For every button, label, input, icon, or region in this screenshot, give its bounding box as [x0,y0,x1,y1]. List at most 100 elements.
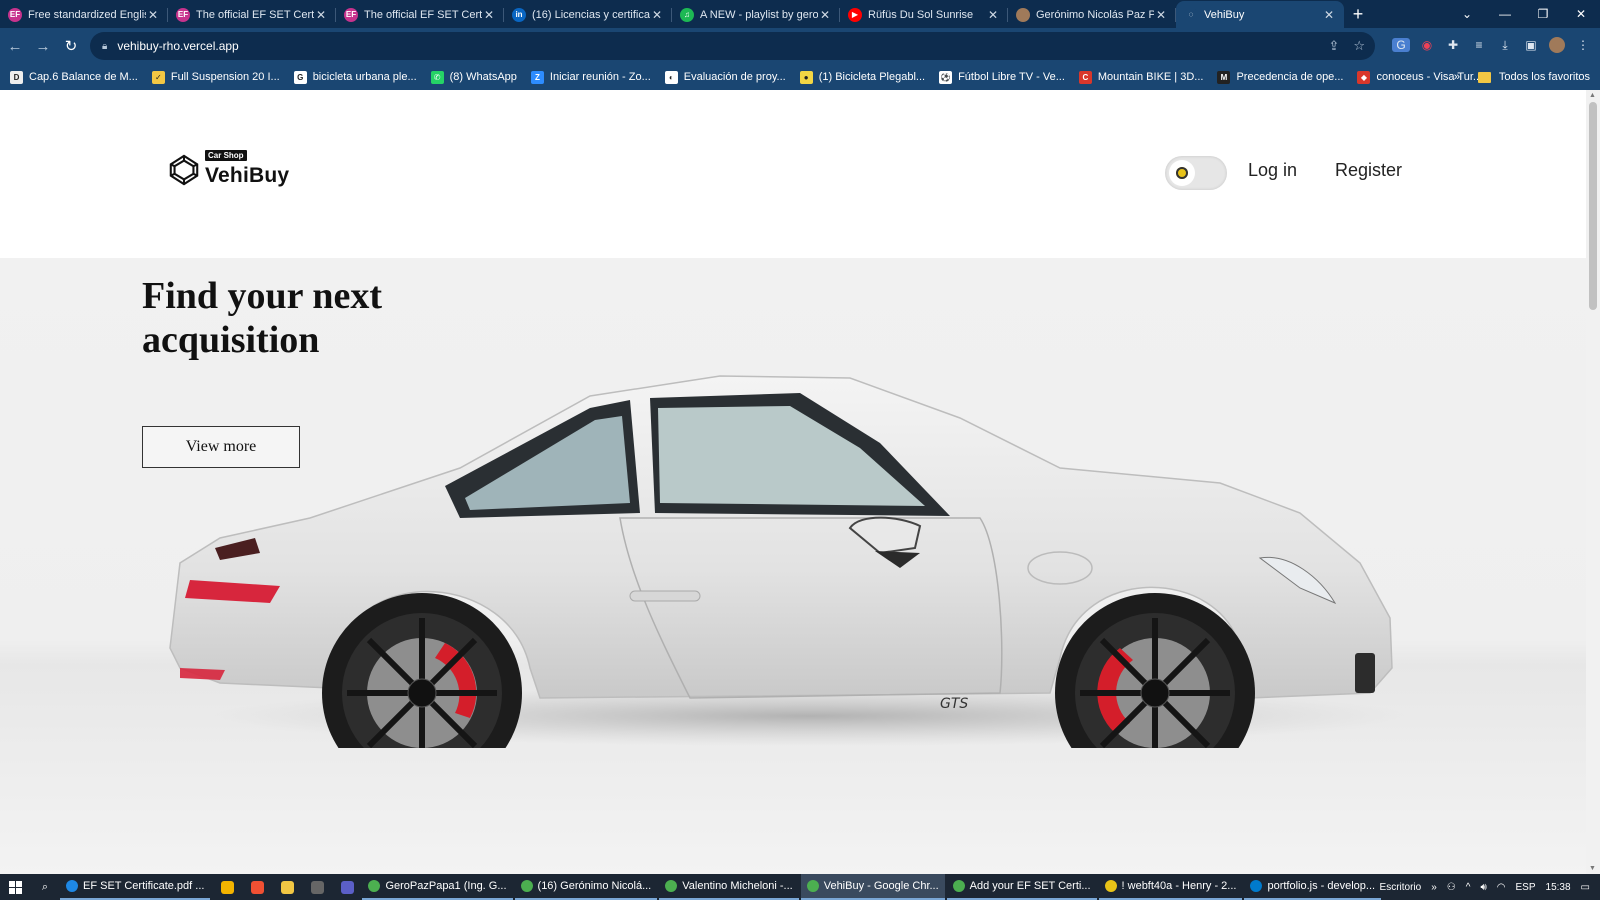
close-tab-icon[interactable]: ✕ [818,8,832,22]
taskbar-window[interactable]: Add your EF SET Certi... [946,874,1097,900]
translate-extension-icon[interactable]: G [1392,38,1410,52]
forward-button[interactable]: → [30,33,56,59]
browser-tab[interactable]: EF Free standardized English ✕ [0,1,168,28]
close-tab-icon[interactable]: ✕ [986,8,1000,22]
close-tab-icon[interactable]: ✕ [314,8,328,22]
logo-name: VehiBuy [205,164,290,187]
close-tab-icon[interactable]: ✕ [482,8,496,22]
language-indicator[interactable]: ESP [1516,882,1536,893]
spotify-icon: ♫ [680,7,694,22]
tab-search-icon[interactable]: ⌄ [1448,0,1486,28]
taskbar-window-label: VehiBuy - Google Chr... [823,880,939,892]
bookmark-list: D Cap.6 Balance de M... ✓ Full Suspension… [10,70,1496,84]
bookmark-item[interactable]: ◆ conoceus - Visa Tur... [1357,70,1482,84]
address-bar[interactable]: 🔒︎ vehibuy-rho.vercel.app ⇪ ☆ [90,32,1375,60]
taskbar-window[interactable]: EF SET Certificate.pdf ... [60,874,211,900]
app-icon [1250,880,1263,892]
taskbar-window[interactable]: Valentino Micheloni -... [659,874,799,900]
close-tab-icon[interactable]: ✕ [1154,8,1168,22]
bookmark-item[interactable]: G bicicleta urbana ple... [293,70,417,84]
tray-overflow-icon[interactable]: » [1431,882,1437,893]
profile-icon [1016,7,1030,22]
desktop-label[interactable]: Escritorio [1380,882,1422,893]
taskbar-window[interactable]: VehiBuy - Google Chr... [800,874,945,900]
browser-tab[interactable]: Gerónimo Nicolás Paz Pap ✕ [1008,1,1176,28]
share-icon[interactable]: ⇪ [1328,38,1339,54]
clock[interactable]: 15:38 [1546,882,1571,893]
hero-section: GTS Find your next acquisition View more [0,258,1586,874]
close-window-button[interactable]: ✕ [1562,0,1600,28]
teams-icon[interactable] [332,874,362,900]
restore-button[interactable]: ❐ [1524,0,1562,28]
linkedin-icon: in [512,7,526,22]
search-icon[interactable]: ⌕ [30,874,60,900]
theme-toggle[interactable] [1165,156,1227,190]
new-tab-button[interactable]: + [1344,1,1372,28]
login-link[interactable]: Log in [1248,160,1297,181]
close-tab-icon[interactable]: ✕ [146,8,160,22]
browser-menu-icon[interactable]: ⋮ [1574,34,1592,56]
taskbar-window[interactable]: (16) Gerónimo Nicolá... [514,874,658,900]
view-more-button[interactable]: View more [142,426,300,468]
browser-tab[interactable]: EF The official EF SET Certific ✕ [336,1,504,28]
taskbar-window[interactable]: GeroPazPapa1 (Ing. G... [362,874,513,900]
bookmark-item[interactable]: Z Iniciar reunión - Zo... [530,70,651,84]
download-icon[interactable]: ⤓ [1496,34,1514,56]
bookmark-item[interactable]: ✓ Full Suspension 20 I... [151,70,280,84]
page-scrollbar[interactable]: ▲ ▼ [1586,90,1600,874]
bookmark-item[interactable]: ⚽ Fútbol Libre TV - Ve... [939,70,1065,84]
show-hidden-icons[interactable]: ^ [1466,882,1471,893]
bookmark-label: Full Suspension 20 I... [170,71,280,83]
git-icon[interactable] [242,874,272,900]
taskbar-window-label: Valentino Micheloni -... [682,880,793,892]
side-panel-icon[interactable]: ▣ [1522,34,1540,56]
extensions-puzzle-icon[interactable]: ✚ [1444,34,1462,56]
reload-button[interactable]: ↻ [58,33,84,59]
browser-tab[interactable]: ▶ Rüfüs Du Sol Sunrise ✕ [840,1,1008,28]
calculator-icon[interactable] [302,874,332,900]
site-logo[interactable]: Car Shop VehiBuy [165,150,290,188]
minimize-button[interactable]: — [1486,0,1524,28]
chrome-icon[interactable] [212,874,242,900]
volume-icon[interactable]: 🔊︎ [1480,882,1486,893]
close-tab-icon[interactable]: ✕ [650,8,664,22]
bookmark-item[interactable]: C Mountain BIKE | 3D... [1078,70,1203,84]
lock-icon[interactable]: 🔒︎ [102,41,107,52]
browser-tab[interactable]: ♫ A NEW - playlist by geron ✕ [672,1,840,28]
bookmark-item[interactable]: ◐ Evaluación de proy... [664,70,786,84]
taskbar-window[interactable]: ! webft40a - Henry - 2... [1098,874,1243,900]
browser-tab[interactable]: in (16) Licencias y certificaci ✕ [504,1,672,28]
pocket-extension-icon[interactable]: ◉ [1418,34,1436,56]
bookmarks-bar: D Cap.6 Balance de M... ✓ Full Suspension… [0,64,1600,90]
media-control-icon[interactable]: ≡ [1470,34,1488,56]
bookmark-label: (8) WhatsApp [449,71,517,83]
browser-tab[interactable]: EF The official EF SET Certific ✕ [168,1,336,28]
bookmark-item[interactable]: ✆ (8) WhatsApp [430,70,517,84]
logo-tag: Car Shop [205,150,247,161]
wifi-icon[interactable]: ◠ [1497,882,1506,893]
bookmark-item[interactable]: ● (1) Bicicleta Plegabl... [799,70,925,84]
back-button[interactable]: ← [2,33,28,59]
register-link[interactable]: Register [1335,160,1402,181]
scrollbar-thumb[interactable] [1589,102,1597,310]
system-tray: Escritorio » ⚇ ^ 🔊︎ ◠ ESP 15:38 ▭ [1380,874,1600,900]
scroll-down-arrow-icon[interactable]: ▼ [1589,865,1596,872]
file-explorer-icon[interactable] [272,874,302,900]
bookmark-item[interactable]: D Cap.6 Balance de M... [10,70,138,84]
bookmark-favicon-icon: ● [799,70,813,84]
scroll-up-arrow-icon[interactable]: ▲ [1589,92,1596,99]
start-button[interactable] [0,874,30,900]
notifications-icon[interactable]: ▭ [1581,882,1590,893]
bookmark-star-icon[interactable]: ☆ [1353,38,1365,54]
bookmark-item[interactable]: M Precedencia de ope... [1217,70,1343,84]
bookmark-label: bicicleta urbana ple... [312,71,417,83]
bookmarks-overflow-button[interactable]: » [1454,71,1460,83]
profile-avatar[interactable] [1548,34,1566,56]
car-badge-text: GTS [940,696,968,712]
close-tab-icon[interactable]: ✕ [1322,8,1336,22]
all-favorites-folder[interactable]: Todos los favoritos [1477,71,1590,83]
browser-tab[interactable]: ◌ VehiBuy ✕ [1176,1,1344,28]
taskbar-window[interactable]: portfolio.js - develop... [1244,874,1382,900]
network-people-icon[interactable]: ⚇ [1447,882,1456,893]
app-icon [806,880,819,892]
